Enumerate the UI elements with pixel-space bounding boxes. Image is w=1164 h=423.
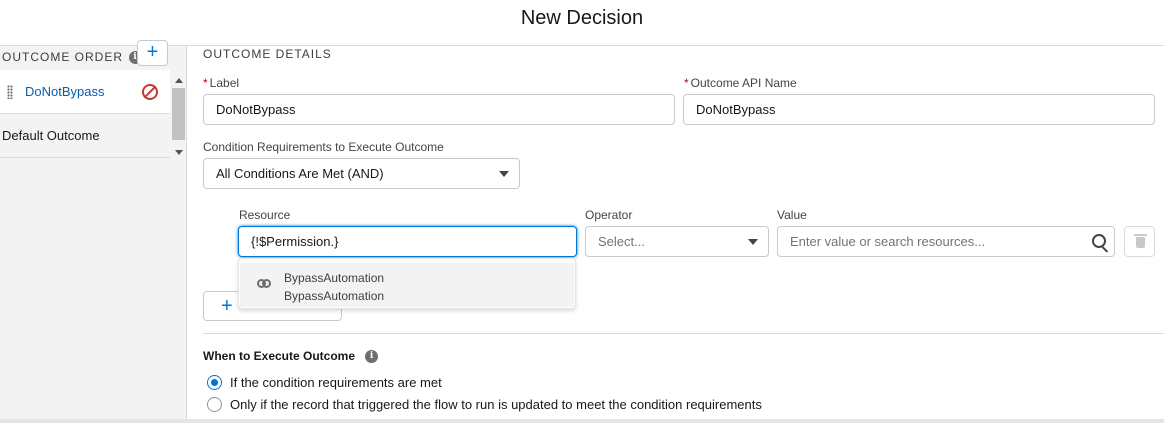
dropdown-option[interactable]: BypassAutomation BypassAutomation <box>240 263 574 307</box>
outcome-order-heading: OUTCOME ORDER i <box>2 46 142 68</box>
modal-title: New Decision <box>520 7 644 29</box>
scroll-down-icon[interactable] <box>175 150 183 155</box>
condition-requirements-select[interactable]: All Conditions Are Met (AND) <box>203 158 520 189</box>
condition-requirements-value: All Conditions Are Met (AND) <box>216 166 384 181</box>
option-subtitle: BypassAutomation <box>284 289 385 303</box>
resource-label: Resource <box>239 208 291 222</box>
sidebar-scrollbar[interactable] <box>171 70 186 158</box>
outcome-item-label[interactable]: Default Outcome <box>0 128 100 143</box>
api-name-field-label: * Outcome API Name <box>684 76 797 90</box>
value-input[interactable]: Enter value or search resources... <box>777 226 1115 257</box>
link-icon <box>257 279 273 289</box>
scroll-up-icon[interactable] <box>175 78 183 83</box>
label-input[interactable]: DoNotBypass <box>203 94 675 125</box>
section-title: OUTCOME DETAILS <box>203 47 332 61</box>
outcome-item-donotbypass[interactable]: DoNotBypass <box>0 70 170 114</box>
radio-button[interactable] <box>207 375 222 390</box>
when-to-execute-heading: When to Execute Outcome i <box>203 349 379 363</box>
value-label: Value <box>777 208 807 222</box>
radio-label: If the condition requirements are met <box>230 375 442 390</box>
when-to-execute-title: When to Execute Outcome <box>203 349 356 363</box>
ban-icon[interactable] <box>142 83 158 100</box>
scroll-thumb[interactable] <box>172 88 185 140</box>
label-text: Label <box>209 76 240 90</box>
outcome-item-label[interactable]: DoNotBypass <box>25 84 142 99</box>
add-outcome-button[interactable]: + <box>137 40 168 66</box>
outcome-order-label: OUTCOME ORDER <box>2 50 123 64</box>
operator-label: Operator <box>585 208 633 222</box>
outcome-sidebar: OUTCOME ORDER i + DoNotBypass Default Ou… <box>0 40 187 423</box>
radio-option-record-updated[interactable]: Only if the record that triggered the fl… <box>207 397 762 412</box>
value-placeholder: Enter value or search resources... <box>790 234 986 249</box>
label-input-value: DoNotBypass <box>216 102 296 117</box>
drag-handle-icon[interactable] <box>7 84 13 99</box>
api-name-text: Outcome API Name <box>690 76 797 90</box>
label-field-label: * Label <box>203 76 239 90</box>
operator-select[interactable]: Select... <box>585 226 769 257</box>
required-mark: * <box>203 76 208 90</box>
api-name-input-value: DoNotBypass <box>696 102 776 117</box>
radio-label: Only if the record that triggered the fl… <box>230 397 762 412</box>
resource-input-value: {!$Permission.} <box>251 234 339 249</box>
outcome-list: DoNotBypass Default Outcome <box>0 70 170 158</box>
radio-option-conditions-met[interactable]: If the condition requirements are met <box>207 375 442 390</box>
outcome-details-panel: OUTCOME DETAILS * Label DoNotBypass * Outc… <box>187 46 1164 423</box>
condition-requirements-label: Condition Requirements to Execute Outcom… <box>203 140 444 154</box>
section-divider <box>203 333 1164 334</box>
chevron-down-icon <box>748 239 758 245</box>
trash-icon <box>1134 234 1147 248</box>
resource-dropdown: BypassAutomation BypassAutomation <box>238 258 576 309</box>
resource-input[interactable]: {!$Permission.} <box>238 226 577 257</box>
plus-icon: + <box>221 295 233 317</box>
required-mark: * <box>684 76 689 90</box>
footer-edge <box>0 419 1164 423</box>
modal-header: New Decision <box>0 0 1164 46</box>
option-title: BypassAutomation <box>284 271 385 285</box>
search-icon[interactable] <box>1092 234 1106 248</box>
info-icon[interactable]: i <box>365 349 379 363</box>
operator-value: Select... <box>598 234 645 249</box>
chevron-down-icon <box>499 171 509 177</box>
delete-condition-button[interactable] <box>1124 226 1155 257</box>
api-name-input[interactable]: DoNotBypass <box>683 94 1155 125</box>
radio-button[interactable] <box>207 397 222 412</box>
outcome-item-default[interactable]: Default Outcome <box>0 114 170 158</box>
